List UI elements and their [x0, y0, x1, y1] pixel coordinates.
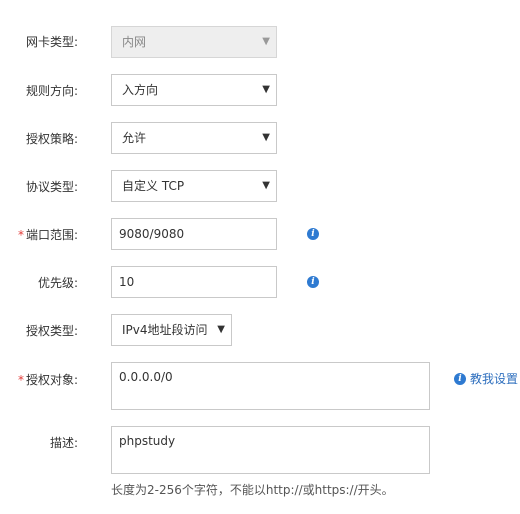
description-textarea[interactable]: phpstudy: [111, 426, 430, 474]
nic-type-select: 内网 ▼: [111, 26, 277, 58]
priority-label: 优先级:: [37, 276, 78, 290]
info-icon: i: [454, 373, 466, 385]
port-range-label-text: 端口范围:: [25, 228, 78, 242]
auth-type-select[interactable]: IPv4地址段访问 ▼: [111, 314, 232, 346]
auth-object-label-text: 授权对象:: [25, 373, 78, 387]
chevron-down-icon: ▼: [262, 36, 270, 47]
protocol-type-select[interactable]: 自定义 TCP ▼: [111, 170, 277, 202]
auth-object-value: 0.0.0.0/0: [119, 370, 173, 384]
rule-direction-label: 规则方向:: [25, 84, 78, 98]
description-value: phpstudy: [119, 434, 176, 448]
rule-direction-value: 入方向: [122, 83, 159, 97]
auth-policy-label: 授权策略:: [25, 132, 78, 146]
rule-direction-select[interactable]: 入方向 ▼: [111, 74, 277, 106]
description-hint: 长度为2-256个字符，不能以http://或https://开头。: [111, 483, 394, 497]
help-link-text: 教我设置: [470, 372, 519, 386]
info-icon[interactable]: i: [307, 228, 319, 240]
auth-object-textarea[interactable]: 0.0.0.0/0: [111, 362, 430, 410]
chevron-down-icon: ▼: [262, 180, 270, 191]
protocol-type-label: 协议类型:: [25, 180, 78, 194]
info-icon[interactable]: i: [307, 276, 319, 288]
port-range-label: * 端口范围:: [18, 226, 78, 243]
auth-type-label: 授权类型:: [25, 324, 78, 338]
protocol-type-value: 自定义 TCP: [122, 179, 185, 193]
port-range-value: 9080/9080: [119, 227, 185, 241]
chevron-down-icon: ▼: [217, 324, 225, 335]
auth-type-value: IPv4地址段访问: [122, 323, 208, 337]
priority-input[interactable]: 10: [111, 266, 277, 298]
port-range-input[interactable]: 9080/9080: [111, 218, 277, 250]
nic-type-value: 内网: [122, 35, 147, 49]
chevron-down-icon: ▼: [262, 84, 270, 95]
nic-type-label: 网卡类型:: [25, 35, 78, 49]
required-mark: *: [17, 373, 24, 387]
priority-value: 10: [119, 275, 135, 289]
required-mark: *: [17, 228, 24, 242]
auth-policy-value: 允许: [122, 131, 147, 145]
auth-object-label: * 授权对象:: [18, 371, 78, 388]
description-label: 描述:: [49, 436, 78, 450]
chevron-down-icon: ▼: [262, 132, 270, 143]
auth-policy-select[interactable]: 允许 ▼: [111, 122, 277, 154]
